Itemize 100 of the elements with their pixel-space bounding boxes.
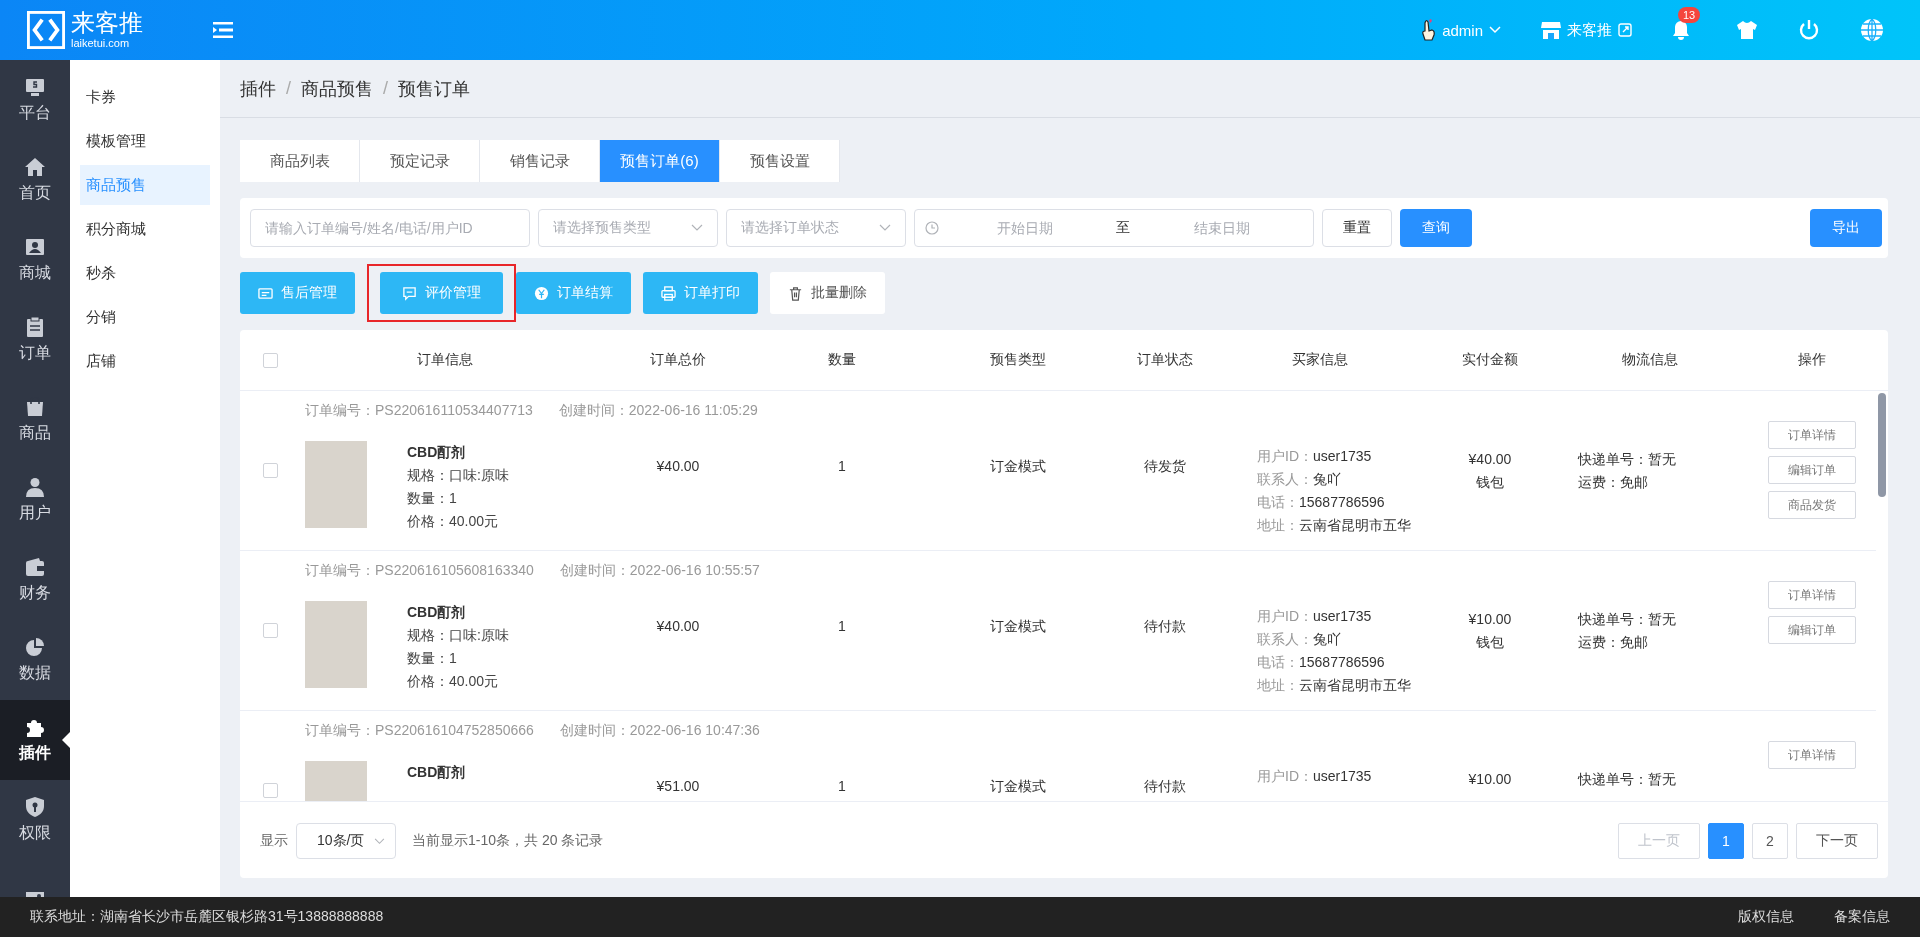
clock-icon: [925, 221, 939, 235]
product-name: CBD酊剂: [407, 443, 467, 462]
logistics-info: 运费：免邮: [1578, 633, 1649, 652]
receipt-icon: [258, 285, 273, 301]
created-time: 创建时间：2022-06-16 10:47:36: [559, 721, 760, 740]
bell-icon[interactable]: [1672, 20, 1690, 40]
chevron-down-icon[interactable]: [1489, 26, 1501, 34]
record-summary: 当前显示1-10条，共 20 条记录: [412, 832, 604, 850]
next-page-button[interactable]: 下一页: [1796, 823, 1878, 859]
scrollbar-thumb[interactable]: [1878, 393, 1886, 497]
breadcrumb-item[interactable]: 预售订单: [398, 76, 471, 101]
trash-icon: [788, 285, 803, 301]
tab[interactable]: 商品列表: [240, 140, 360, 182]
notification-badge: 13: [1678, 7, 1701, 23]
operation-button[interactable]: 订单详情: [1768, 581, 1856, 609]
submenu-item[interactable]: 秒杀: [80, 253, 210, 293]
product-detail: 价格：40.00元: [407, 512, 500, 531]
printer-icon: [661, 285, 676, 301]
tab[interactable]: 预售设置: [720, 140, 840, 182]
column-header: 订单信息: [417, 351, 473, 369]
order-total: ¥40.00: [656, 457, 700, 476]
product-detail: 价格：40.00元: [407, 672, 500, 691]
column-header: 预售类型: [990, 351, 1046, 369]
checkbox[interactable]: [262, 623, 278, 638]
checkbox[interactable]: [262, 783, 278, 798]
created-time: 创建时间：2022-06-16 10:55:57: [559, 561, 760, 580]
logo-icon: [27, 11, 65, 49]
column-header: 操作: [1798, 351, 1826, 369]
rail-item[interactable]: 插件: [0, 700, 70, 780]
shirt-icon[interactable]: [1736, 20, 1758, 40]
buyer-value: 云南省昆明市五华: [1299, 676, 1411, 695]
paid-amount: 钱包: [1476, 633, 1504, 652]
product-detail: 数量：1: [407, 649, 458, 668]
rail-item[interactable]: 权限: [0, 780, 70, 860]
paid-amount: 钱包: [1476, 473, 1504, 492]
rail-item[interactable]: 订单: [0, 300, 70, 380]
monitor-icon: [25, 76, 45, 97]
rail-item[interactable]: 平台: [0, 60, 70, 140]
submenu-item[interactable]: 店铺: [80, 341, 210, 381]
clipboard-icon: [25, 316, 45, 337]
breadcrumb-item[interactable]: 插件: [240, 76, 276, 101]
presale-type: 订金模式: [990, 617, 1046, 636]
page-size-label: 显示: [260, 832, 288, 850]
rail-item[interactable]: 商品: [0, 380, 70, 460]
rail-item[interactable]: 首页: [0, 140, 70, 220]
submenu-item[interactable]: 积分商城: [80, 209, 210, 249]
footer-link[interactable]: 版权信息: [1738, 908, 1794, 926]
buyer-label: 地址：: [1257, 516, 1299, 535]
page-size-select[interactable]: 10条/页: [296, 823, 396, 859]
submenu-item[interactable]: 卡券: [80, 77, 210, 117]
operation-button[interactable]: 编辑订单: [1768, 616, 1856, 644]
buyer-label: 用户ID：: [1257, 767, 1313, 786]
buyer-value: user1735: [1313, 447, 1372, 466]
rail-item[interactable]: 财务: [0, 540, 70, 620]
date-range-field[interactable]: 开始日期 至 结束日期: [914, 209, 1314, 247]
product-detail: 规格：口味:原味: [407, 626, 509, 645]
order-number: 订单编号：PS220616110534407713: [305, 401, 533, 420]
buyer-label: 用户ID：: [1257, 447, 1313, 466]
shield-icon: [25, 796, 45, 817]
operation-button[interactable]: 订单详情: [1768, 741, 1856, 769]
submenu-item[interactable]: 分销: [80, 297, 210, 337]
reset-button[interactable]: 重置: [1322, 209, 1392, 247]
rail-item[interactable]: 用户: [0, 460, 70, 540]
product-name: CBD酊剂: [407, 763, 466, 782]
pie-chart-icon: [25, 636, 45, 657]
tab[interactable]: 销售记录: [480, 140, 600, 182]
store-icon[interactable]: [1541, 21, 1561, 39]
hand-icon: [1420, 19, 1437, 41]
checkbox[interactable]: [262, 463, 278, 478]
operation-button[interactable]: 订单详情: [1768, 421, 1856, 449]
buyer-label: 电话：: [1257, 653, 1299, 672]
power-icon[interactable]: [1798, 19, 1820, 41]
id-card-icon: [25, 236, 45, 257]
checkbox[interactable]: [262, 352, 278, 368]
product-detail: 规格：口味:原味: [407, 466, 509, 485]
submenu-item[interactable]: 模板管理: [80, 121, 210, 161]
paid-amount: ¥10.00: [1468, 770, 1512, 789]
operation-button[interactable]: 编辑订单: [1768, 456, 1856, 484]
buyer-label: 联系人：: [1257, 630, 1313, 649]
rail-item[interactable]: 商城: [0, 220, 70, 300]
presale-type: 订金模式: [990, 777, 1046, 796]
product-detail: 数量：1: [407, 489, 458, 508]
action-button[interactable]: 批量删除: [770, 272, 885, 314]
menu-icon[interactable]: [213, 22, 233, 38]
chevron-down-icon: [691, 224, 703, 232]
user-icon: [25, 476, 45, 497]
start-date-field[interactable]: 开始日期: [943, 219, 1106, 237]
breadcrumb-item[interactable]: 商品预售: [301, 76, 373, 101]
contact-address: 联系地址：湖南省长沙市岳麓区银杉路31号13888888888: [30, 908, 384, 926]
tab[interactable]: 预定记录: [360, 140, 480, 182]
footer-link[interactable]: 备案信息: [1834, 908, 1890, 926]
operation-button[interactable]: 商品发货: [1768, 491, 1856, 519]
chevron-down-icon: [374, 837, 385, 845]
search-field[interactable]: 请输入订单编号/姓名/电话/用户ID: [250, 209, 530, 247]
page-button[interactable]: 2: [1752, 823, 1788, 859]
created-time: 创建时间：2022-06-16 11:05:29: [558, 401, 758, 420]
rail-item[interactable]: 数据: [0, 620, 70, 700]
globe-icon[interactable]: [1860, 18, 1884, 42]
external-link-icon[interactable]: [1618, 23, 1632, 37]
end-date-field[interactable]: 结束日期: [1140, 219, 1303, 237]
